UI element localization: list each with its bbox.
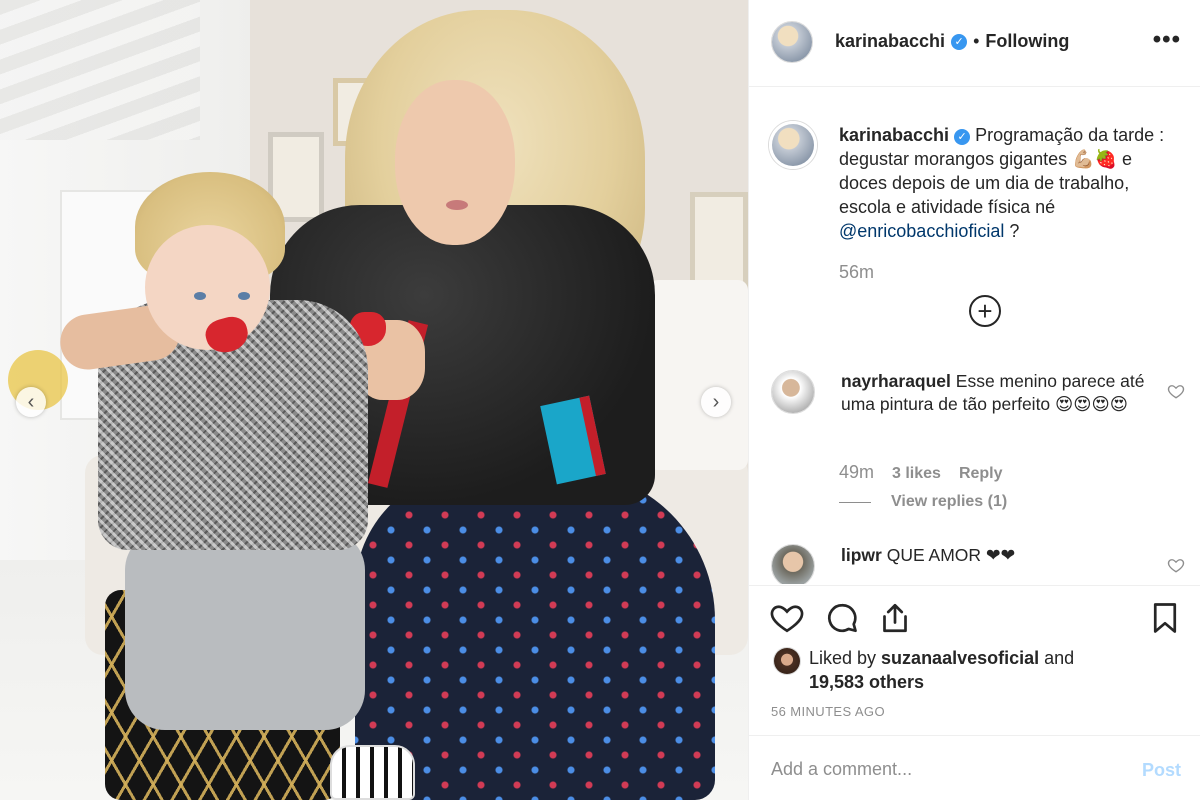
- child-eye: [238, 292, 250, 300]
- caption-mention-link[interactable]: @enricobacchioficial: [839, 221, 1004, 241]
- chevron-left-icon: ‹: [27, 390, 35, 413]
- child-pants: [125, 530, 365, 730]
- separator-dot: •: [973, 31, 980, 51]
- view-replies-button[interactable]: View replies (1): [839, 493, 1007, 511]
- liked-by-prefix: Liked by: [809, 648, 882, 668]
- carousel-next-button[interactable]: ›: [701, 387, 731, 417]
- post-details-panel: karinabacchi ✓ • Following ••• karinabac…: [748, 0, 1200, 800]
- comment-text: lipwr QUE AMOR ❤❤: [841, 544, 1151, 567]
- caption-avatar[interactable]: [769, 121, 817, 169]
- post-actions: Liked by suzanaalvesoficial and 19,583 o…: [749, 585, 1200, 725]
- child-shoe: [330, 745, 415, 800]
- following-button[interactable]: Following: [985, 31, 1069, 52]
- comment-like-heart-icon[interactable]: [1167, 556, 1185, 574]
- add-comment-input[interactable]: [771, 754, 1111, 784]
- bookmark-icon[interactable]: [1147, 600, 1183, 636]
- author-line: karinabacchi ✓ • Following: [835, 31, 1069, 52]
- post-header: karinabacchi ✓ • Following •••: [749, 0, 1200, 87]
- comment-time: 49m: [839, 462, 875, 482]
- liked-by: Liked by suzanaalvesoficial and 19,583 o…: [773, 646, 1074, 694]
- replies-divider: [839, 501, 871, 503]
- caption-time: 56m: [839, 262, 875, 282]
- caption-username[interactable]: karinabacchi: [839, 125, 949, 145]
- author-avatar[interactable]: [771, 21, 813, 63]
- author-username[interactable]: karinabacchi: [835, 31, 945, 52]
- likes-others-count[interactable]: 19,583 others: [809, 672, 924, 692]
- liker-avatar[interactable]: [773, 647, 801, 675]
- add-comment-bar: Post: [749, 735, 1200, 800]
- post-photo[interactable]: ‹ ›: [0, 0, 748, 800]
- caption-body-end: ?: [1004, 221, 1020, 241]
- liked-by-text: Liked by suzanaalvesoficial and 19,583 o…: [809, 646, 1074, 694]
- load-more-comments-button[interactable]: +: [969, 295, 1001, 327]
- liked-by-and: and: [1039, 648, 1075, 668]
- caption-text: karinabacchi ✓ Programação da tarde : deg…: [839, 123, 1184, 243]
- commenter-username[interactable]: nayrharaquel: [841, 371, 951, 391]
- cushion: [648, 280, 748, 470]
- commenter-avatar[interactable]: [771, 544, 815, 584]
- comment: lipwr QUE AMOR ❤❤: [771, 544, 1191, 584]
- view-replies-label: View replies (1): [891, 493, 1008, 510]
- comment-icon[interactable]: [824, 600, 860, 636]
- reply-button[interactable]: Reply: [959, 465, 1003, 483]
- post-timestamp[interactable]: 56 MINUTES AGO: [771, 704, 885, 719]
- post-comment-button[interactable]: Post: [1142, 760, 1181, 781]
- comment-meta: 49m 3 likes Reply: [839, 462, 1003, 483]
- child-eye: [194, 292, 206, 300]
- chevron-right-icon: ›: [712, 390, 720, 413]
- woman-lips: [446, 200, 468, 210]
- comment-like-heart-icon[interactable]: [1167, 382, 1185, 400]
- comment-text: nayrharaquel Esse menino parece até uma …: [841, 370, 1151, 416]
- verified-badge-icon: ✓: [954, 129, 971, 145]
- liker-username[interactable]: suzanaalvesoficial: [881, 648, 1039, 668]
- carousel-prev-button[interactable]: ‹: [16, 387, 46, 417]
- commenter-username[interactable]: lipwr: [841, 545, 882, 565]
- heart-icon[interactable]: [769, 600, 805, 636]
- background-stairs: [0, 0, 200, 140]
- more-options-icon[interactable]: •••: [1153, 26, 1181, 54]
- plus-circle-icon: +: [977, 296, 993, 326]
- verified-badge-icon: ✓: [951, 33, 968, 50]
- comment-body: QUE AMOR ❤❤: [881, 545, 1016, 565]
- comment-likes-count[interactable]: 3 likes: [892, 465, 941, 483]
- woman-face: [395, 80, 515, 245]
- share-icon[interactable]: [877, 600, 913, 636]
- commenter-avatar[interactable]: [771, 370, 815, 414]
